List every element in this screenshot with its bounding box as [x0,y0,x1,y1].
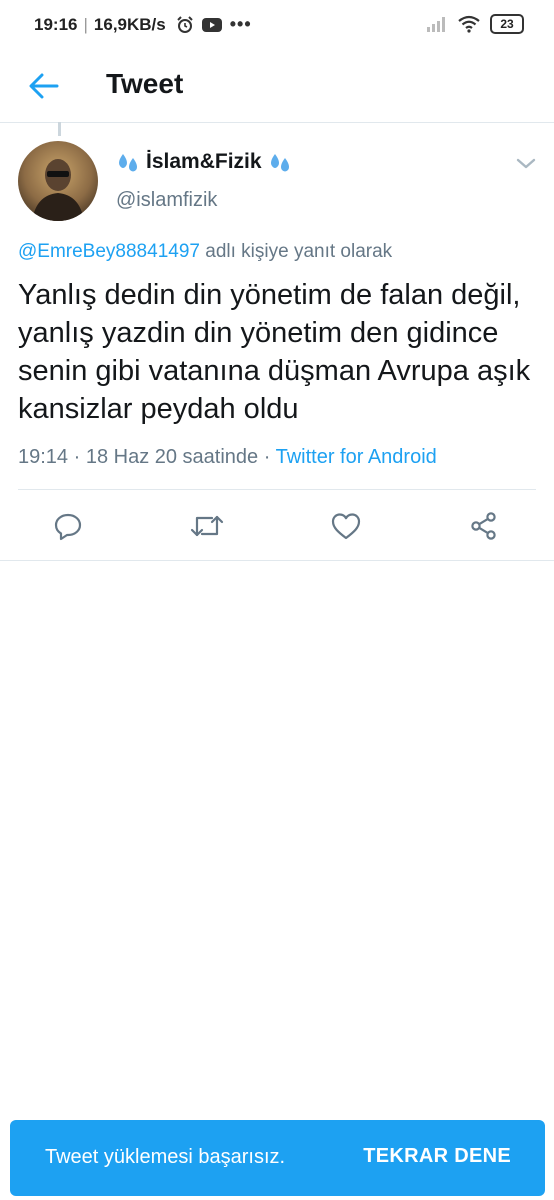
tweet-actions [0,504,554,548]
reply-icon [54,513,82,541]
divider [18,489,536,490]
status-time: 19:16 [34,14,78,34]
author-name-row[interactable]: İslam&Fizik [116,150,292,174]
app-bar: Tweet [0,52,554,123]
back-button[interactable] [24,66,64,106]
alarm-icon [177,15,193,33]
author-name: İslam&Fizik [146,150,262,173]
page-title: Tweet [106,68,184,99]
reply-button[interactable] [48,504,88,548]
tweet-timestamp: 19:14 · 18 Haz 20 saatinde · [18,446,271,468]
chevron-down-icon [516,158,536,169]
retweet-icon [190,515,224,537]
retweet-button[interactable] [187,504,227,548]
youtube-icon [201,17,222,32]
status-bar: 19:16 | 16,9KB/s ••• 23 [0,0,554,52]
reply-mention-link[interactable]: @EmreBey88841497 [18,241,200,262]
battery-indicator: 23 [490,14,524,34]
author-handle[interactable]: @islamfizik [116,189,217,212]
heart-icon [331,513,361,540]
tweet-text: Yanlış dedin din yönetim de falan değil,… [18,279,531,425]
more-notifications-icon: ••• [229,14,252,34]
reply-context-suffix: adlı kişiye yanıt olarak [205,241,393,262]
tweet-source-link[interactable]: Twitter for Android [276,446,437,468]
status-notification-icons: ••• [176,14,252,35]
reply-context: @EmreBey88841497 adlı kişiye yanıt olara… [18,241,392,263]
signal-icon [427,17,445,32]
author-avatar[interactable] [18,141,98,221]
avatar-photo [18,141,98,221]
retry-button[interactable]: TEKRAR DENE [363,1145,511,1168]
share-icon [471,512,496,540]
snackbar-message: Tweet yüklemesi başarısız. [45,1146,286,1168]
wifi-icon [458,15,480,33]
status-network-speed: 16,9KB/s [93,14,166,34]
status-left: 19:16 | 16,9KB/s ••• [34,14,252,35]
thread-connector-line [58,122,61,136]
upload-failed-snackbar: Tweet yüklemesi başarısız. TEKRAR DENE [10,1120,545,1196]
tweet-menu-button[interactable] [514,154,538,174]
back-arrow-icon [29,73,59,99]
tweet-meta: 19:14 · 18 Haz 20 saatinde · Twitter for… [18,446,437,469]
sweat-droplets-icon [119,154,137,172]
divider [0,560,554,561]
status-right: 23 [426,14,524,34]
status-separator: | [83,14,88,34]
like-button[interactable] [326,504,366,548]
share-button[interactable] [464,504,504,548]
sweat-droplets-icon [270,154,289,172]
